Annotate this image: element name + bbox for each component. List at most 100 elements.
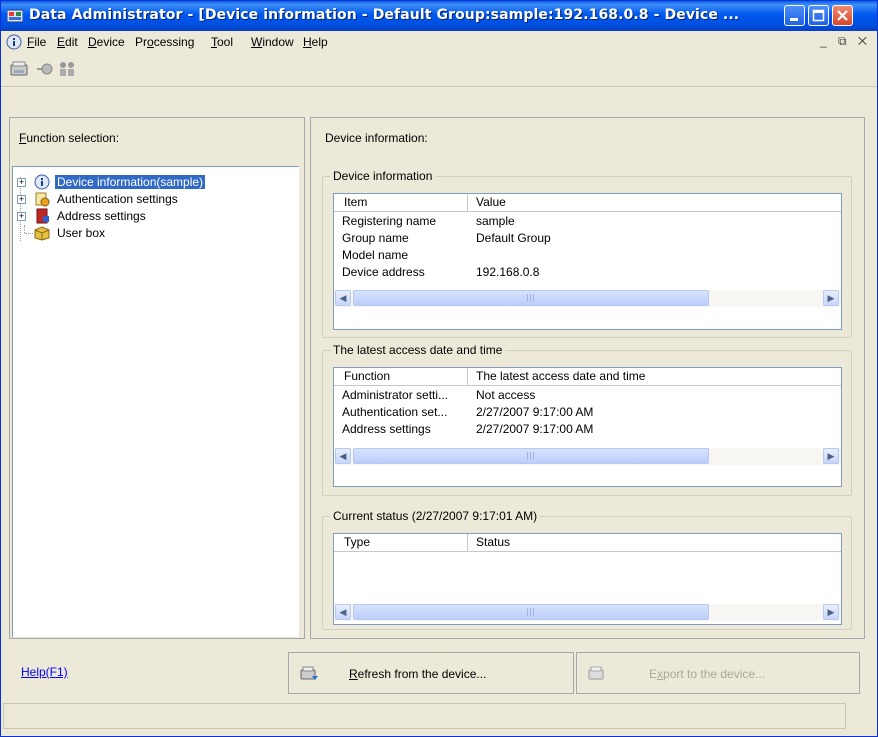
current-status-list[interactable]: Type Status ◀ ||| ▶ (333, 533, 842, 625)
scroll-right-icon[interactable]: ▶ (823, 448, 839, 464)
help-link[interactable]: Help(F1) (21, 665, 68, 679)
scroll-right-icon[interactable]: ▶ (823, 290, 839, 306)
minimize-icon (790, 18, 798, 21)
tree-item-address-settings[interactable]: + Address settings (17, 208, 297, 225)
users-icon[interactable] (57, 59, 77, 79)
horizontal-scrollbar[interactable]: ◀ ||| ▶ (334, 290, 841, 307)
cell-access-time: 2/27/2007 9:17:00 AM (476, 422, 594, 436)
menu-processing[interactable]: Processing (135, 35, 194, 49)
window-title: Data Administrator - [Device information… (29, 7, 740, 23)
cell-function: Administrator setti... (342, 388, 449, 402)
cell-access-time: 2/27/2007 9:17:00 AM (476, 405, 594, 419)
cell-item: Group name (342, 231, 409, 245)
menu-tool[interactable]: Tool (211, 35, 233, 49)
function-selection-label: Function selection: (19, 131, 120, 145)
close-icon (837, 10, 848, 21)
device-information-list[interactable]: Item Value Registering name sample Group… (333, 193, 842, 330)
close-button[interactable] (832, 5, 853, 26)
refresh-button-label: Refresh from the device... (349, 667, 487, 681)
expand-icon[interactable]: + (17, 212, 26, 221)
auth-icon (35, 192, 50, 207)
scroll-left-icon[interactable]: ◀ (335, 448, 351, 464)
tree-item-label: Device information(sample) (55, 175, 206, 189)
column-header-status[interactable]: Status (476, 535, 510, 549)
tree-item-authentication-settings[interactable]: + Authentication settings (17, 191, 297, 208)
list-header: Function The latest access date and time (334, 368, 841, 386)
box-icon (34, 226, 50, 241)
device-toolbar-icon[interactable] (9, 59, 29, 79)
app-icon (7, 9, 23, 23)
cell-value: 192.168.0.8 (476, 265, 540, 279)
expand-icon[interactable]: + (17, 178, 26, 187)
list-header: Type Status (334, 534, 841, 552)
export-device-icon (588, 666, 604, 680)
refresh-device-icon (300, 666, 318, 680)
info-icon (34, 174, 50, 190)
scroll-left-icon[interactable]: ◀ (335, 604, 351, 620)
scroll-thumb[interactable]: ||| (353, 604, 709, 620)
connect-icon[interactable] (35, 59, 55, 79)
current-status-group: Current status (2/27/2007 9:17:01 AM) Ty… (322, 509, 852, 630)
column-header-type[interactable]: Type (344, 535, 370, 549)
refresh-from-device-button[interactable]: Refresh from the device... (288, 652, 574, 694)
cell-value: Default Group (476, 231, 551, 245)
column-header-latest-access[interactable]: The latest access date and time (476, 369, 645, 383)
latest-access-group: The latest access date and time Function… (322, 343, 852, 496)
group-title: The latest access date and time (330, 343, 506, 357)
tree-item-label: User box (57, 226, 106, 240)
info-icon[interactable] (6, 34, 22, 50)
column-header-value[interactable]: Value (476, 195, 506, 209)
horizontal-scrollbar[interactable]: ◀ ||| ▶ (334, 448, 841, 465)
scroll-thumb[interactable]: ||| (353, 290, 709, 306)
menu-window[interactable]: Window (251, 35, 294, 49)
scroll-left-icon[interactable]: ◀ (335, 290, 351, 306)
cell-item: Model name (342, 248, 409, 262)
cell-access-time: Not access (476, 388, 536, 402)
column-divider[interactable] (467, 534, 468, 551)
function-selection-pane: Function selection: + Device information… (9, 117, 305, 639)
horizontal-scrollbar[interactable]: ◀ ||| ▶ (334, 604, 841, 621)
menu-file[interactable]: File (27, 35, 46, 49)
cell-item: Device address (342, 265, 425, 279)
list-header: Item Value (334, 194, 841, 212)
maximize-button[interactable] (808, 5, 829, 26)
export-button-label: Export to the device... (649, 667, 766, 681)
tree-line (25, 233, 33, 234)
latest-access-list[interactable]: Function The latest access date and time… (333, 367, 842, 487)
tree-item-user-box[interactable]: User box (17, 225, 297, 242)
menu-device[interactable]: Device (88, 35, 125, 49)
title-bar[interactable]: Data Administrator - [Device information… (1, 1, 877, 31)
scroll-right-icon[interactable]: ▶ (823, 604, 839, 620)
cell-function: Address settings (342, 422, 431, 436)
group-title: Current status (2/27/2007 9:17:01 AM) (330, 509, 541, 523)
column-divider[interactable] (467, 368, 468, 385)
expand-icon[interactable]: + (17, 195, 26, 204)
cell-value: sample (476, 214, 515, 228)
menu-bar: File Edit Device Processing Tool Window … (1, 31, 877, 53)
app-window: Data Administrator - [Device information… (0, 0, 878, 737)
mdi-controls[interactable]: _ ⧉ ✕ (820, 34, 871, 49)
column-header-function[interactable]: Function (344, 369, 390, 383)
cell-function: Authentication set... (342, 405, 448, 419)
minimize-button[interactable] (784, 5, 805, 26)
maximize-icon (812, 9, 825, 22)
column-header-item[interactable]: Item (344, 195, 367, 209)
page-title: Device information: (325, 131, 428, 145)
scroll-thumb[interactable]: ||| (353, 448, 709, 464)
device-information-pane: Device information: Device information I… (310, 117, 865, 639)
export-to-device-button[interactable]: Export to the device... (576, 652, 860, 694)
column-divider[interactable] (467, 194, 468, 211)
group-title: Device information (330, 169, 436, 183)
menu-help[interactable]: Help (303, 35, 328, 49)
toolbar (1, 54, 877, 87)
tree-line (24, 225, 25, 233)
address-book-icon (36, 208, 49, 224)
menu-edit[interactable]: Edit (57, 35, 78, 49)
tree-item-label: Authentication settings (57, 192, 178, 206)
status-bar (3, 703, 846, 729)
tree-item-device-information[interactable]: + Device information(sample) (17, 174, 297, 191)
cell-item: Registering name (342, 214, 437, 228)
device-information-group: Device information Item Value Registerin… (322, 169, 852, 338)
function-tree[interactable]: + Device information(sample) + Authentic… (12, 166, 299, 637)
tree-item-label: Address settings (57, 209, 146, 223)
